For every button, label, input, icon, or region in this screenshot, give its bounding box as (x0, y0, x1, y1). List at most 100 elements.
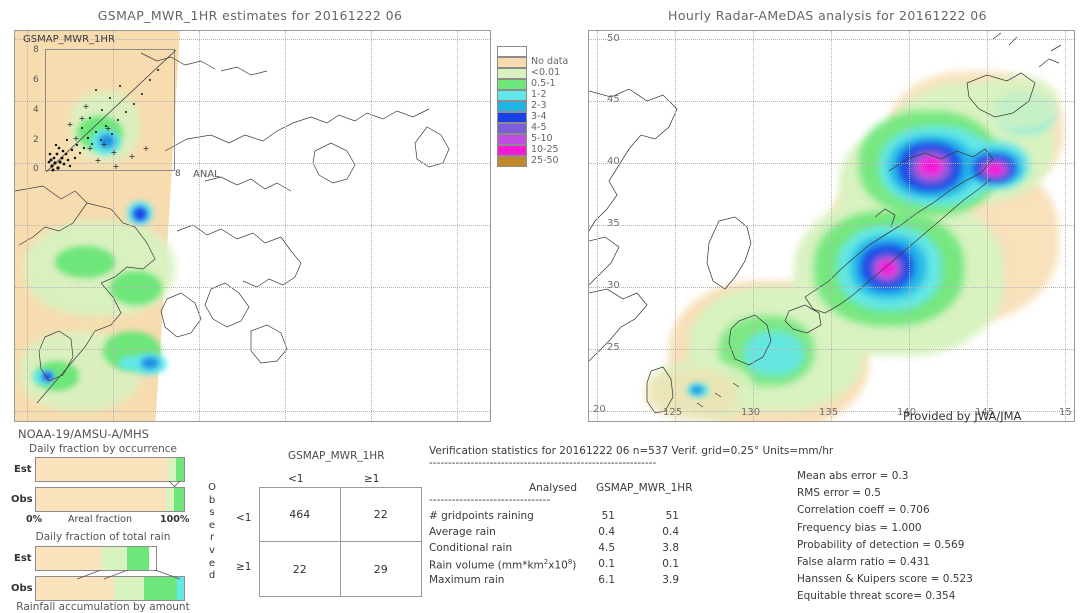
colorbar-swatch (497, 57, 527, 68)
verification-row-name: Maximum rain (429, 574, 505, 586)
total-rain-connector-lines (76, 570, 181, 580)
inset-scatter-plot[interactable] (45, 49, 176, 172)
side-label-char: e (208, 557, 216, 569)
bar-segment (36, 547, 101, 570)
side-label-char: O (208, 482, 216, 493)
total-rain-est-bar[interactable] (35, 546, 157, 571)
right-grid-line-v (753, 31, 754, 421)
verification-row: Average rain 0.4 0.4 (429, 526, 709, 542)
inset-x-axis-label: ANAL (193, 169, 220, 180)
colorbar-swatch (497, 90, 527, 101)
occurrence-panel-title: Daily fraction by occurrence (29, 443, 177, 455)
bar-segment (168, 458, 176, 481)
occurrence-obs-bar[interactable] (35, 487, 185, 512)
right-grid-line-v (597, 31, 598, 421)
left-grid-line-v (457, 31, 458, 421)
bar-segment (144, 577, 177, 600)
verification-row-analysed: 4.5 (598, 542, 615, 554)
contingency-col-header: ≥1 (364, 473, 380, 485)
colorbar-swatch (497, 145, 527, 156)
colorbar-swatch (497, 123, 527, 134)
lon-tick-label: 125 (663, 407, 683, 418)
colorbar-label: 0.5-1 (531, 78, 556, 89)
contingency-row-header: ≥1 (236, 561, 252, 573)
verification-row-estimate: 3.8 (662, 542, 679, 554)
precipitation-colorbar: No data <0.01 0.5-1 1-2 2-3 3-4 4-5 5-10 10-25 25… (497, 46, 577, 167)
contingency-cell: 464 (260, 488, 341, 542)
side-label-char: b (208, 494, 216, 506)
right-grid-line-h (589, 101, 1074, 102)
verification-row-analysed: 0.4 (598, 526, 615, 538)
right-grid-line-h (589, 39, 1074, 40)
lat-tick-label: 25 (607, 342, 620, 353)
right-grid-line-v (675, 31, 676, 421)
contingency-row-header: <1 (236, 512, 252, 524)
lon-tick-label: 130 (741, 407, 761, 418)
bar-segment (166, 488, 175, 511)
bar-segment (36, 458, 169, 481)
colorbar-swatch (497, 156, 527, 167)
total-rain-est-label: Est (14, 553, 32, 564)
right-map-coastlines (589, 32, 1062, 414)
verification-row-analysed: 6.1 (598, 574, 615, 586)
colorbar-swatch (497, 79, 527, 90)
bar-segment (174, 488, 184, 511)
occurrence-connector-lines (168, 481, 181, 488)
verification-score: Mean abs error = 0.3 (797, 470, 909, 482)
bar-segment (36, 488, 167, 511)
inset-title: GSMAP_MWR_1HR (23, 34, 115, 45)
verification-score: RMS error = 0.5 (797, 487, 881, 500)
colorbar-entry: 25-50 (497, 155, 577, 167)
contingency-table[interactable]: 464 22 22 29 (259, 487, 422, 597)
bar-segment (100, 547, 128, 570)
colorbar-swatch (497, 68, 527, 79)
colorbar-label: 10-25 (531, 144, 559, 155)
contingency-cell: 22 (340, 488, 421, 542)
left-grid-line-h (15, 225, 490, 226)
side-label-char: s (209, 507, 215, 519)
verification-col-analysed: Analysed (529, 482, 577, 494)
verification-row-name: Conditional rain (429, 542, 513, 554)
right-grid-line-v (1065, 31, 1066, 421)
inset-x-max-label: 8 (175, 169, 181, 179)
inset-y-tick: 2 (33, 135, 39, 145)
right-map-frame[interactable]: 50 45 40 35 30 25 20 125 130 135 140 145… (588, 30, 1075, 422)
left-map-frame[interactable]: GSMAP_MWR_1HR 8 6 4 2 0 8 ANAL (14, 30, 491, 422)
verification-rows: # gridpoints raining 51 51 Average rain 0.4 0… (429, 510, 709, 590)
contingency-cell: 29 (373, 562, 388, 576)
left-grid-line-v (285, 31, 286, 421)
total-rain-obs-label: Obs (11, 583, 33, 594)
right-grid-line-h (589, 287, 1074, 288)
inset-y-tick: 8 (33, 45, 39, 55)
colorbar-label: 25-50 (531, 155, 559, 166)
verification-score: Hanssen & Kuipers score = 0.523 (797, 573, 973, 586)
contingency-col-header: <1 (288, 473, 304, 485)
verification-row-estimate: 51 (665, 510, 679, 522)
lat-tick-label: 35 (607, 218, 620, 229)
total-rain-caption: Rainfall accumulation by amount (16, 601, 190, 613)
right-grid-line-h (589, 163, 1074, 164)
bar-segment (175, 458, 184, 481)
occurrence-axis-right: 100% (160, 514, 190, 525)
right-grid-line-v (909, 31, 910, 421)
verification-divider: ----------------------------------------… (429, 457, 657, 469)
left-grid-line-h (15, 349, 490, 350)
colorbar-label: 4-5 (531, 122, 547, 133)
verification-score: Frequency bias = 1.000 (797, 521, 922, 534)
verification-score: Equitable threat score= 0.354 (797, 590, 956, 603)
verification-row: Maximum rain 6.1 3.9 (429, 574, 709, 590)
verification-row-estimate: 3.9 (662, 574, 679, 586)
verification-col-estimate: GSMAP_MWR_1HR (596, 482, 693, 494)
left-grid-line-v (27, 31, 28, 421)
verification-row: # gridpoints raining 51 51 (429, 510, 709, 526)
verification-header: Verification statistics for 20161222 06 … (429, 445, 834, 457)
occurrence-est-label: Est (14, 464, 32, 475)
occurrence-est-bar[interactable] (35, 457, 185, 482)
verification-score: Correlation coeff = 0.706 (797, 504, 930, 517)
inset-y-tick: 0 (33, 164, 39, 174)
verification-row-estimate: 0.1 (662, 558, 679, 570)
verification-row-estimate: 0.4 (662, 526, 679, 538)
bar-segment (176, 577, 184, 600)
occurrence-axis-center: Areal fraction (68, 514, 133, 525)
lat-tick-label: 20 (593, 404, 606, 415)
